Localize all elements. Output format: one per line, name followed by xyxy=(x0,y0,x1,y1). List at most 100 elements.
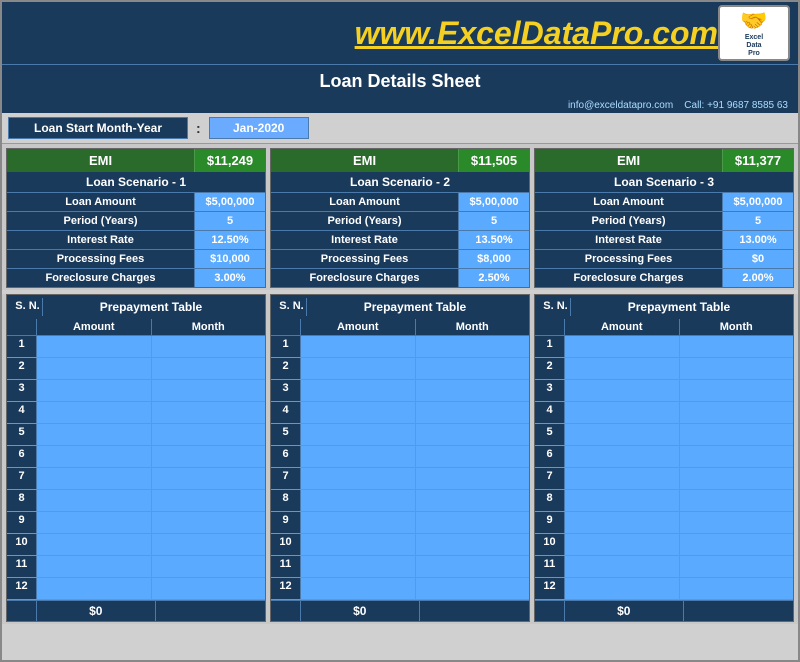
value-foreclosure-2[interactable]: 2.50% xyxy=(459,269,529,287)
prepay-row: 7 xyxy=(271,468,529,490)
data-row: Foreclosure Charges 2.50% xyxy=(271,269,529,287)
sn-val: 7 xyxy=(7,468,37,489)
col-month-1: Month xyxy=(152,319,266,335)
sn-val: 11 xyxy=(271,556,301,577)
emi-value-2: $11,505 xyxy=(459,149,529,172)
prepay-total-2: $0 xyxy=(271,600,529,621)
prepay-total-value-2: $0 xyxy=(301,601,420,621)
prepay-row: 9 xyxy=(535,512,793,534)
prepay-row: 6 xyxy=(271,446,529,468)
prepay-row: 1 xyxy=(271,336,529,358)
prepay-total-value-1: $0 xyxy=(37,601,156,621)
label-loan-amount-3: Loan Amount xyxy=(535,193,723,211)
label-foreclosure-2: Foreclosure Charges xyxy=(271,269,459,287)
scenario-label-1: Loan Scenario - 1 xyxy=(7,172,265,193)
contact-info: info@exceldatapro.com Call: +91 9687 858… xyxy=(2,98,798,113)
prepay-row: 12 xyxy=(7,578,265,600)
data-row: Period (Years) 5 xyxy=(535,212,793,231)
value-period-1[interactable]: 5 xyxy=(195,212,265,230)
value-interest-1[interactable]: 12.50% xyxy=(195,231,265,249)
emi-row-3: EMI $11,377 xyxy=(535,149,793,172)
label-foreclosure-3: Foreclosure Charges xyxy=(535,269,723,287)
sn-header-1: S. N. xyxy=(13,298,43,316)
prepay-row: 8 xyxy=(535,490,793,512)
page-subtitle: Loan Details Sheet xyxy=(2,64,798,98)
prepay-sub-header-2: Amount Month xyxy=(271,319,529,336)
label-processing-1: Processing Fees xyxy=(7,250,195,268)
sn-val: 9 xyxy=(271,512,301,533)
sn-val: 6 xyxy=(535,446,565,467)
site-title: www.ExcelDataPro.com xyxy=(355,15,718,52)
amount-val[interactable] xyxy=(37,336,152,357)
prepay-row: 2 xyxy=(271,358,529,380)
prepay-sub-header-3: Amount Month xyxy=(535,319,793,336)
sn-val: 7 xyxy=(271,468,301,489)
col-amount-1: Amount xyxy=(37,319,152,335)
prepay-col-3: S. N. Prepayment Table Amount Month 1 2 … xyxy=(534,294,794,622)
prepay-row: 11 xyxy=(7,556,265,578)
loan-start-colon: : xyxy=(192,120,205,136)
prepay-row: 9 xyxy=(7,512,265,534)
scenarios-container: EMI $11,249 Loan Scenario - 1 Loan Amoun… xyxy=(2,144,798,290)
month-val[interactable] xyxy=(152,336,266,357)
sn-val: 8 xyxy=(7,490,37,511)
prepay-row: 6 xyxy=(535,446,793,468)
sn-val: 4 xyxy=(271,402,301,423)
label-processing-2: Processing Fees xyxy=(271,250,459,268)
emi-label-2: EMI xyxy=(271,149,459,172)
value-processing-1[interactable]: $10,000 xyxy=(195,250,265,268)
value-processing-2[interactable]: $8,000 xyxy=(459,250,529,268)
sn-val: 1 xyxy=(271,336,301,357)
sn-val: 11 xyxy=(7,556,37,577)
sn-val: 4 xyxy=(7,402,37,423)
emi-label-3: EMI xyxy=(535,149,723,172)
data-row: Interest Rate 13.50% xyxy=(271,231,529,250)
value-foreclosure-3[interactable]: 2.00% xyxy=(723,269,793,287)
value-interest-3[interactable]: 13.00% xyxy=(723,231,793,249)
prepay-row: 5 xyxy=(535,424,793,446)
prepayment-section: S. N. Prepayment Table Amount Month 1 2 … xyxy=(2,294,798,624)
col-amount-3: Amount xyxy=(565,319,680,335)
prepay-row: 2 xyxy=(535,358,793,380)
prepay-row: 7 xyxy=(535,468,793,490)
logo-icon: 🤝 xyxy=(740,8,767,34)
logo-text: ExcelDataPro xyxy=(745,34,763,57)
value-loan-amount-2[interactable]: $5,00,000 xyxy=(459,193,529,211)
data-row: Processing Fees $10,000 xyxy=(7,250,265,269)
loan-start-label: Loan Start Month-Year xyxy=(8,117,188,139)
value-loan-amount-3[interactable]: $5,00,000 xyxy=(723,193,793,211)
prepay-row: 1 xyxy=(7,336,265,358)
prepay-sub-header-1: Amount Month xyxy=(7,319,265,336)
value-period-3[interactable]: 5 xyxy=(723,212,793,230)
prepay-col-2: S. N. Prepayment Table Amount Month 1 2 … xyxy=(270,294,530,622)
label-processing-3: Processing Fees xyxy=(535,250,723,268)
prepay-row: 3 xyxy=(271,380,529,402)
sn-val: 4 xyxy=(535,402,565,423)
prepay-row: 12 xyxy=(535,578,793,600)
value-period-2[interactable]: 5 xyxy=(459,212,529,230)
value-loan-amount-1[interactable]: $5,00,000 xyxy=(195,193,265,211)
sn-val: 5 xyxy=(535,424,565,445)
data-row: Loan Amount $5,00,000 xyxy=(271,193,529,212)
sn-val: 12 xyxy=(535,578,565,599)
sn-val: 3 xyxy=(7,380,37,401)
value-foreclosure-1[interactable]: 3.00% xyxy=(195,269,265,287)
prepay-row: 5 xyxy=(7,424,265,446)
prepay-row: 2 xyxy=(7,358,265,380)
value-interest-2[interactable]: 13.50% xyxy=(459,231,529,249)
sn-val: 10 xyxy=(271,534,301,555)
emi-row-2: EMI $11,505 xyxy=(271,149,529,172)
prepay-title-3: Prepayment Table xyxy=(571,298,787,316)
prepay-header-1: S. N. Prepayment Table xyxy=(7,295,265,319)
logo-box: 🤝 ExcelDataPro xyxy=(718,5,790,61)
value-processing-3[interactable]: $0 xyxy=(723,250,793,268)
contact-phone: Call: +91 9687 8585 63 xyxy=(684,100,788,111)
loan-start-value[interactable]: Jan-2020 xyxy=(209,117,309,139)
data-row: Foreclosure Charges 3.00% xyxy=(7,269,265,287)
prepay-total-3: $0 xyxy=(535,600,793,621)
prepay-row: 8 xyxy=(271,490,529,512)
loan-start-row: Loan Start Month-Year : Jan-2020 xyxy=(2,113,798,144)
label-period-2: Period (Years) xyxy=(271,212,459,230)
prepay-row: 11 xyxy=(271,556,529,578)
col-amount-2: Amount xyxy=(301,319,416,335)
